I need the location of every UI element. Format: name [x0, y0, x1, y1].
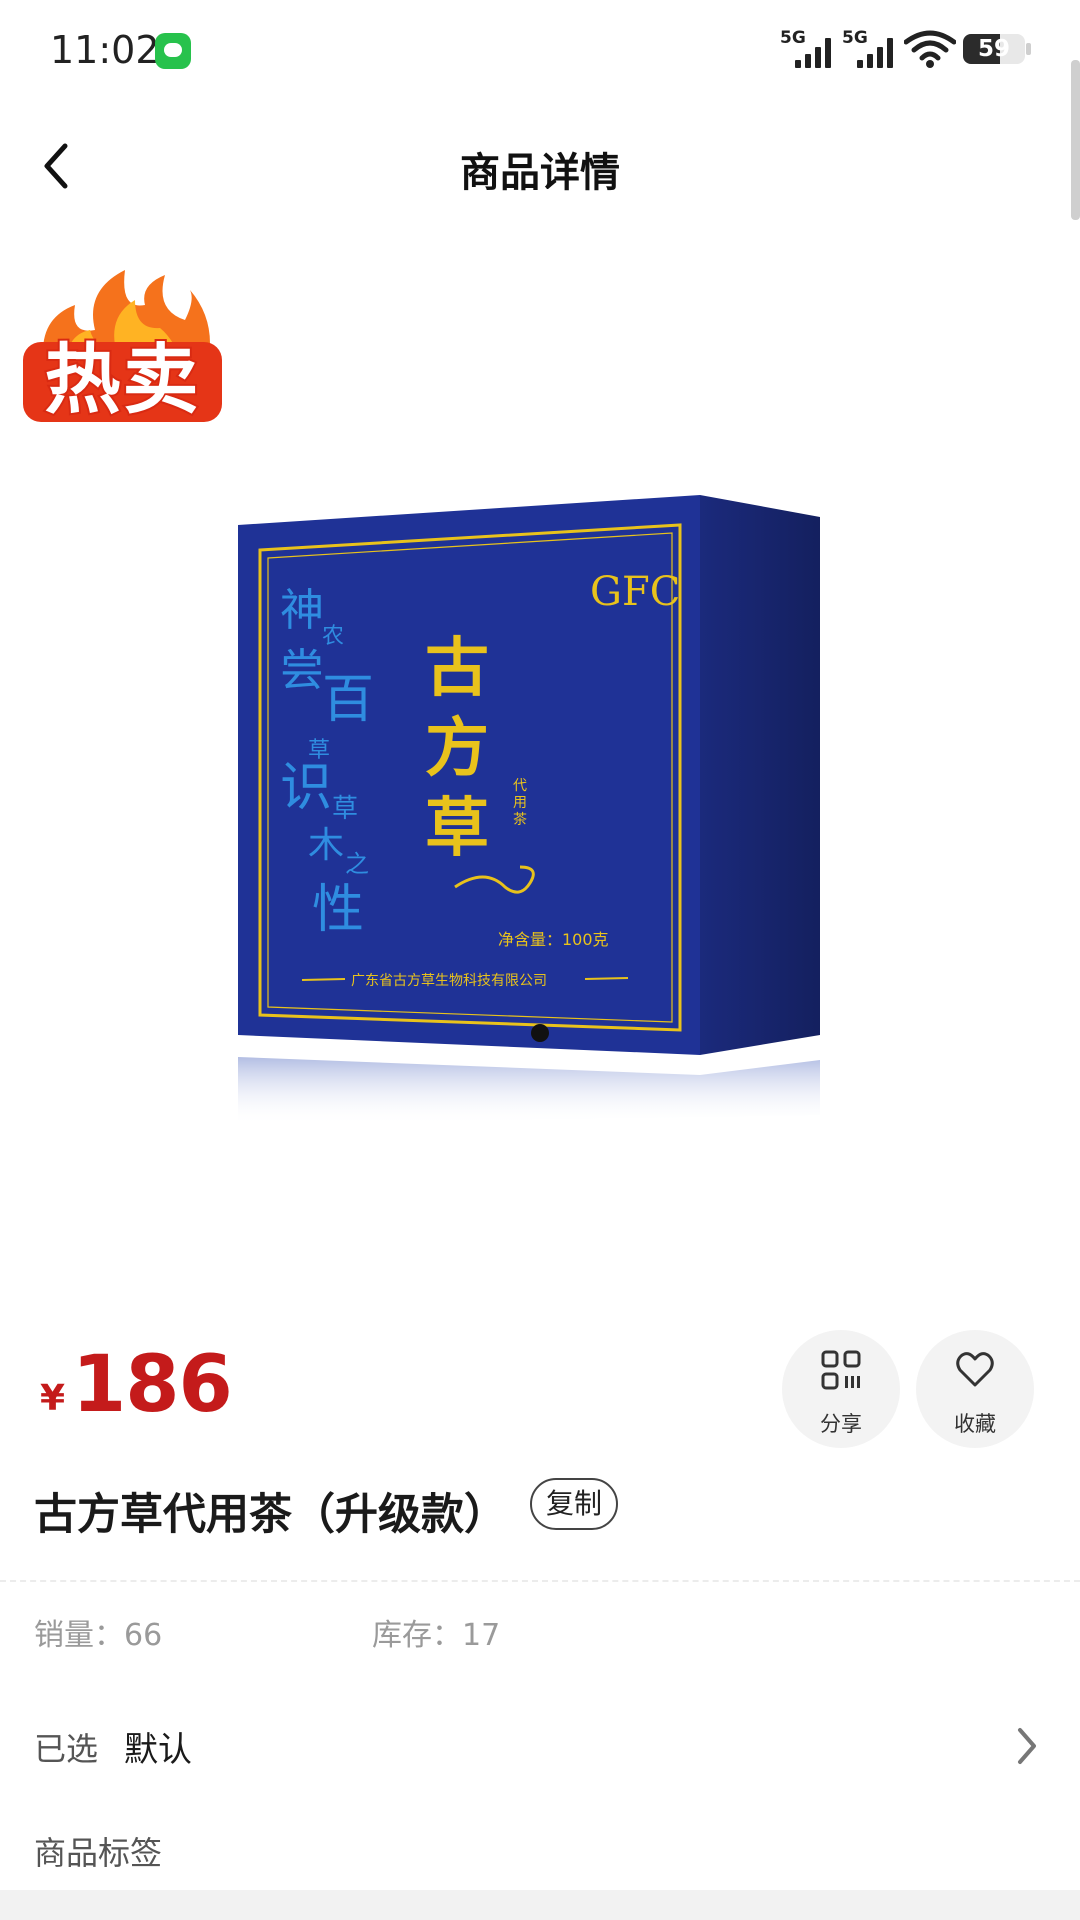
message-notification-icon [155, 33, 191, 69]
wifi-icon [904, 30, 956, 68]
svg-text:用: 用 [513, 795, 527, 811]
svg-text:识: 识 [280, 758, 332, 818]
hot-sale-text: 热卖 [43, 333, 201, 426]
svg-text:代: 代 [513, 778, 527, 794]
box-title: 古 方 草 [425, 631, 489, 866]
status-bar: 11:02 5G 5G 59 [0, 0, 1080, 100]
selected-label: 已选 [34, 1730, 99, 1768]
product-image: GFC 神 农 尝 百 草 识 草 木 之 性 古 方 草 代 用 茶 净含量：… [238, 495, 820, 1125]
product-title-row: 古方草代用茶（升级款） 复制 [0, 1460, 1080, 1550]
svg-text:草: 草 [332, 794, 358, 824]
stats-row: 销量：66 库存：17 [0, 1600, 1080, 1680]
product-tags-row: 商品标签 [0, 1810, 1080, 1880]
price-amount: 186 [72, 1340, 233, 1430]
status-time: 11:02 [50, 28, 160, 72]
page-indicator-dot [531, 1024, 549, 1042]
heart-icon [956, 1352, 994, 1387]
scrollbar[interactable] [1071, 60, 1080, 220]
box-company: 广东省古方草生物科技有限公司 [351, 973, 547, 989]
svg-text:神: 神 [280, 585, 324, 636]
price-row: ¥ 186 分享 收藏 [0, 1320, 1080, 1450]
nav-bar: 商品详情 [0, 110, 1080, 220]
box-brand: GFC [590, 569, 680, 615]
svg-text:古: 古 [425, 631, 489, 706]
product-tags-label: 商品标签 [34, 1834, 163, 1872]
page-title: 商品详情 [460, 150, 620, 196]
svg-text:草: 草 [425, 791, 489, 866]
svg-text:茶: 茶 [513, 812, 527, 828]
battery-tip [1026, 43, 1031, 55]
section-separator [0, 1890, 1080, 1920]
hot-sale-badge: 热卖 [15, 250, 230, 440]
svg-text:方: 方 [425, 711, 489, 786]
svg-text:农: 农 [322, 624, 344, 649]
share-label: 分享 [820, 1412, 862, 1436]
divider [0, 1580, 1080, 1582]
svg-text:木: 木 [308, 825, 344, 866]
stock-count: 库存：17 [372, 1618, 501, 1653]
selected-value: 默认 [124, 1730, 192, 1770]
product-name: 古方草代用茶（升级款） [34, 1490, 507, 1540]
svg-text:尝: 尝 [280, 645, 324, 696]
signal-5g-icon-2: 5G [842, 28, 912, 68]
battery-icon: 59 [963, 34, 1025, 64]
qr-share-icon [821, 1350, 861, 1390]
share-button[interactable]: 分享 [782, 1330, 900, 1448]
currency-symbol: ¥ [40, 1378, 66, 1419]
svg-text:性: 性 [312, 880, 364, 940]
svg-text:之: 之 [345, 850, 369, 878]
copy-button[interactable]: 复制 [530, 1478, 618, 1530]
product-gallery[interactable]: 热卖 GFC 神 农 尝 百 草 识 草 木 之 性 古 方 草 代 用 茶 净… [0, 230, 1080, 1290]
svg-text:百: 百 [322, 670, 374, 730]
chevron-right-icon [1018, 1728, 1036, 1764]
favorite-button[interactable]: 收藏 [916, 1330, 1034, 1448]
variant-selector[interactable]: 已选 默认 [0, 1700, 1080, 1790]
box-subtitle: 代 用 茶 [513, 778, 527, 828]
signal-5g-icon-1: 5G [780, 28, 850, 68]
sales-count: 销量：66 [34, 1618, 163, 1653]
favorite-label: 收藏 [954, 1412, 996, 1436]
box-net-weight: 净含量：100克 [498, 930, 609, 949]
